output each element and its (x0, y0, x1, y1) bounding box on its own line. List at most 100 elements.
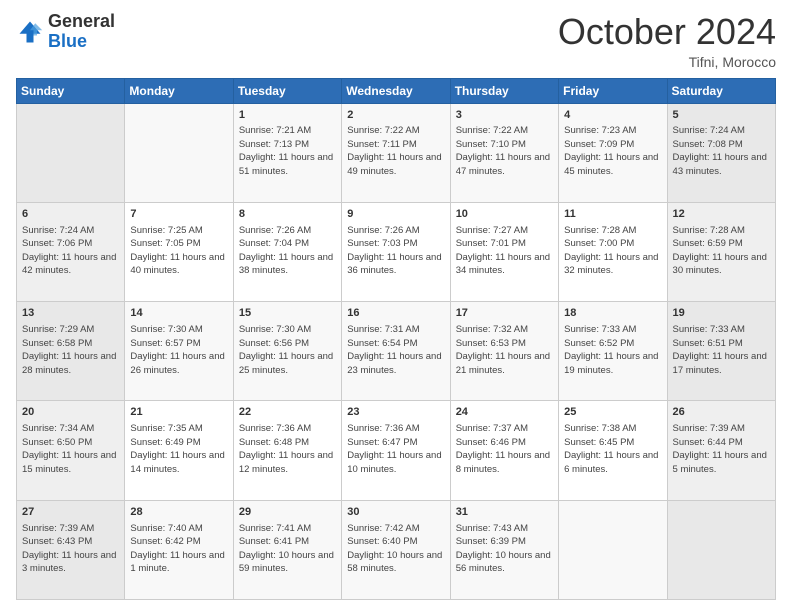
day-number: 2 (347, 108, 444, 123)
day-cell (667, 500, 775, 599)
day-info: Sunrise: 7:22 AM Sunset: 7:10 PM Dayligh… (456, 125, 550, 177)
day-number: 15 (239, 306, 336, 321)
weekday-header-tuesday: Tuesday (233, 78, 341, 103)
day-info: Sunrise: 7:35 AM Sunset: 6:49 PM Dayligh… (130, 423, 224, 475)
week-row-2: 6Sunrise: 7:24 AM Sunset: 7:06 PM Daylig… (17, 202, 776, 301)
day-info: Sunrise: 7:23 AM Sunset: 7:09 PM Dayligh… (564, 125, 658, 177)
week-row-5: 27 Sunrise: 7:39 AM Sunset: 6:43 PM Dayli… (17, 500, 776, 599)
day-info: Sunrise: 7:24 AM Sunset: 7:06 PM Dayligh… (22, 225, 116, 277)
day-info: Sunrise: 7:31 AM Sunset: 6:54 PM Dayligh… (347, 324, 441, 376)
day-info: Sunrise: 7:28 AM Sunset: 6:59 PM Dayligh… (673, 225, 767, 277)
day-cell: 6Sunrise: 7:24 AM Sunset: 7:06 PM Daylig… (17, 202, 125, 301)
day-info: Sunrise: 7:26 AM Sunset: 7:03 PM Dayligh… (347, 225, 441, 277)
day-number: 31 (456, 505, 553, 520)
day-cell: 10 Sunrise: 7:27 AM Sunset: 7:01 PM Dayli… (450, 202, 558, 301)
day-cell: 24Sunrise: 7:37 AM Sunset: 6:46 PM Dayli… (450, 401, 558, 500)
day-info: Sunrise: 7:22 AM Sunset: 7:11 PM Dayligh… (347, 125, 441, 177)
header: General Blue October 2024 Tifni, Morocco (16, 12, 776, 70)
day-info: Sunrise: 7:28 AM Sunset: 7:00 PM Dayligh… (564, 225, 658, 277)
day-number: 8 (239, 207, 336, 222)
weekday-header-sunday: Sunday (17, 78, 125, 103)
day-number: 20 (22, 405, 119, 420)
day-cell: 21 Sunrise: 7:35 AM Sunset: 6:49 PM Dayli… (125, 401, 233, 500)
day-number: 25 (564, 405, 661, 420)
title-block: October 2024 Tifni, Morocco (558, 12, 776, 70)
day-info: Sunrise: 7:43 AM Sunset: 6:39 PM Dayligh… (456, 523, 551, 575)
logo-text: General Blue (48, 12, 115, 52)
logo: General Blue (16, 12, 115, 52)
day-cell: 27 Sunrise: 7:39 AM Sunset: 6:43 PM Dayli… (17, 500, 125, 599)
day-cell: 17Sunrise: 7:32 AM Sunset: 6:53 PM Dayli… (450, 302, 558, 401)
calendar: SundayMondayTuesdayWednesdayThursdayFrid… (16, 78, 776, 600)
page: General Blue October 2024 Tifni, Morocco… (0, 0, 792, 612)
day-info: Sunrise: 7:33 AM Sunset: 6:52 PM Dayligh… (564, 324, 658, 376)
day-info: Sunrise: 7:27 AM Sunset: 7:01 PM Dayligh… (456, 225, 550, 277)
day-info: Sunrise: 7:39 AM Sunset: 6:44 PM Dayligh… (673, 423, 767, 475)
day-number: 24 (456, 405, 553, 420)
day-number: 28 (130, 505, 227, 520)
day-number: 3 (456, 108, 553, 123)
day-cell: 9 Sunrise: 7:26 AM Sunset: 7:03 PM Daylig… (342, 202, 450, 301)
day-cell: 7Sunrise: 7:25 AM Sunset: 7:05 PM Daylig… (125, 202, 233, 301)
day-number: 29 (239, 505, 336, 520)
day-number: 13 (22, 306, 119, 321)
day-number: 12 (673, 207, 770, 222)
day-cell: 1Sunrise: 7:21 AM Sunset: 7:13 PM Daylig… (233, 103, 341, 202)
week-row-1: 1Sunrise: 7:21 AM Sunset: 7:13 PM Daylig… (17, 103, 776, 202)
day-number: 11 (564, 207, 661, 222)
logo-icon (16, 18, 44, 46)
calendar-body: 1Sunrise: 7:21 AM Sunset: 7:13 PM Daylig… (17, 103, 776, 599)
day-number: 17 (456, 306, 553, 321)
day-cell: 3 Sunrise: 7:22 AM Sunset: 7:10 PM Daylig… (450, 103, 558, 202)
day-cell: 2 Sunrise: 7:22 AM Sunset: 7:11 PM Daylig… (342, 103, 450, 202)
day-number: 23 (347, 405, 444, 420)
day-cell: 31 Sunrise: 7:43 AM Sunset: 6:39 PM Dayli… (450, 500, 558, 599)
day-cell: 18 Sunrise: 7:33 AM Sunset: 6:52 PM Dayli… (559, 302, 667, 401)
day-number: 18 (564, 306, 661, 321)
day-cell: 23 Sunrise: 7:36 AM Sunset: 6:47 PM Dayli… (342, 401, 450, 500)
day-info: Sunrise: 7:39 AM Sunset: 6:43 PM Dayligh… (22, 523, 116, 575)
day-info: Sunrise: 7:38 AM Sunset: 6:45 PM Dayligh… (564, 423, 658, 475)
day-number: 22 (239, 405, 336, 420)
weekday-row: SundayMondayTuesdayWednesdayThursdayFrid… (17, 78, 776, 103)
day-number: 21 (130, 405, 227, 420)
day-cell (125, 103, 233, 202)
day-number: 7 (130, 207, 227, 222)
day-cell: 12 Sunrise: 7:28 AM Sunset: 6:59 PM Dayli… (667, 202, 775, 301)
weekday-header-wednesday: Wednesday (342, 78, 450, 103)
day-cell: 28Sunrise: 7:40 AM Sunset: 6:42 PM Dayli… (125, 500, 233, 599)
location: Tifni, Morocco (558, 54, 776, 70)
day-cell: 5 Sunrise: 7:24 AM Sunset: 7:08 PM Daylig… (667, 103, 775, 202)
day-cell: 4 Sunrise: 7:23 AM Sunset: 7:09 PM Daylig… (559, 103, 667, 202)
day-number: 26 (673, 405, 770, 420)
day-number: 14 (130, 306, 227, 321)
day-cell: 26 Sunrise: 7:39 AM Sunset: 6:44 PM Dayli… (667, 401, 775, 500)
day-number: 16 (347, 306, 444, 321)
day-number: 10 (456, 207, 553, 222)
weekday-header-saturday: Saturday (667, 78, 775, 103)
day-cell: 8Sunrise: 7:26 AM Sunset: 7:04 PM Daylig… (233, 202, 341, 301)
day-cell: 30 Sunrise: 7:42 AM Sunset: 6:40 PM Dayli… (342, 500, 450, 599)
day-cell: 19 Sunrise: 7:33 AM Sunset: 6:51 PM Dayli… (667, 302, 775, 401)
weekday-header-monday: Monday (125, 78, 233, 103)
day-number: 4 (564, 108, 661, 123)
day-number: 9 (347, 207, 444, 222)
day-cell: 25 Sunrise: 7:38 AM Sunset: 6:45 PM Dayli… (559, 401, 667, 500)
day-number: 30 (347, 505, 444, 520)
day-info: Sunrise: 7:30 AM Sunset: 6:56 PM Dayligh… (239, 324, 333, 376)
day-number: 19 (673, 306, 770, 321)
day-cell (17, 103, 125, 202)
day-cell: 13Sunrise: 7:29 AM Sunset: 6:58 PM Dayli… (17, 302, 125, 401)
day-number: 27 (22, 505, 119, 520)
day-cell: 14Sunrise: 7:30 AM Sunset: 6:57 PM Dayli… (125, 302, 233, 401)
day-info: Sunrise: 7:36 AM Sunset: 6:47 PM Dayligh… (347, 423, 441, 475)
weekday-header-friday: Friday (559, 78, 667, 103)
day-number: 5 (673, 108, 770, 123)
day-info: Sunrise: 7:24 AM Sunset: 7:08 PM Dayligh… (673, 125, 767, 177)
day-cell: 22Sunrise: 7:36 AM Sunset: 6:48 PM Dayli… (233, 401, 341, 500)
day-info: Sunrise: 7:33 AM Sunset: 6:51 PM Dayligh… (673, 324, 767, 376)
day-info: Sunrise: 7:42 AM Sunset: 6:40 PM Dayligh… (347, 523, 442, 575)
day-info: Sunrise: 7:41 AM Sunset: 6:41 PM Dayligh… (239, 523, 334, 575)
day-cell (559, 500, 667, 599)
weekday-header-thursday: Thursday (450, 78, 558, 103)
